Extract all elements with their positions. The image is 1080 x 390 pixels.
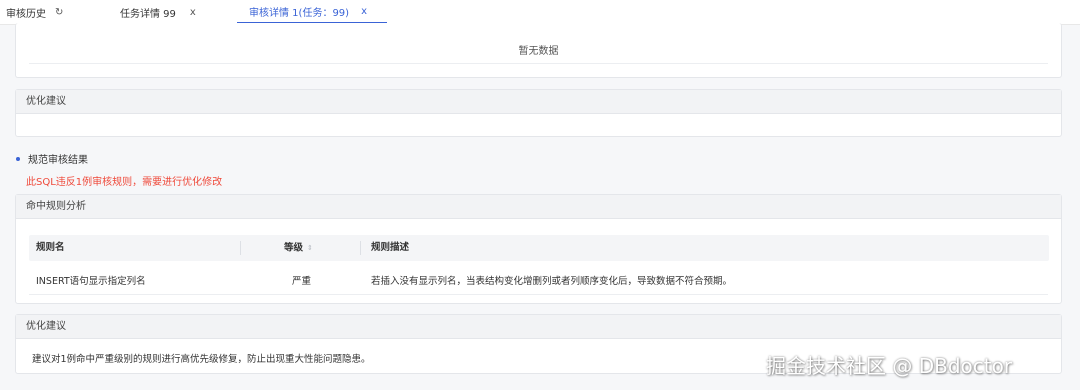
section-title: 规范审核结果 bbox=[28, 155, 88, 166]
refresh-icon[interactable]: ↻ bbox=[55, 7, 63, 18]
column-divider bbox=[360, 241, 361, 255]
empty-data-card: 暂无数据 bbox=[15, 23, 1062, 78]
column-header-description: 规则描述 bbox=[371, 242, 410, 253]
column-header-label: 等级 bbox=[284, 242, 304, 254]
column-header-level[interactable]: 等级 ⇕ bbox=[284, 235, 313, 261]
section-heading: 规范审核结果 bbox=[16, 151, 88, 166]
table-header: 规则名 等级 ⇕ 规则描述 bbox=[29, 235, 1049, 261]
tab-label: 审核历史 bbox=[6, 8, 46, 20]
tab-audit-history[interactable]: 审核历史 ↻ bbox=[6, 0, 63, 24]
card-title: 优化建议 bbox=[16, 315, 1061, 339]
watermark: 掘金技术社区 @ DBdoctor bbox=[766, 354, 1013, 378]
rule-analysis-card: 命中规则分析 规则名 等级 ⇕ 规则描述 INSERT语句显示指定列名 严重 若插… bbox=[15, 194, 1062, 304]
sort-icon[interactable]: ⇕ bbox=[307, 235, 313, 261]
column-divider bbox=[240, 241, 241, 255]
close-icon[interactable]: x bbox=[190, 7, 196, 18]
suggestion-text: 建议对1例命中严重级别的规则进行高优先级修复，防止出现重大性能问题隐患。 bbox=[32, 354, 371, 365]
tab-task-detail[interactable]: 任务详情 99 x bbox=[120, 0, 196, 24]
optimize-suggestion-card: 优化建议 bbox=[15, 89, 1062, 137]
cell-description: 若插入没有显示列名，当表结构变化增删列或者列顺序变化后，导致数据不符合预期。 bbox=[371, 276, 733, 287]
main-content: 暂无数据 优化建议 规范审核结果 此SQL违反1例审核规则，需要进行优化修改 命… bbox=[0, 23, 1080, 390]
close-icon[interactable]: x bbox=[361, 6, 367, 17]
column-header-rule-name: 规则名 bbox=[36, 242, 65, 253]
tab-bar: 审核历史 ↻ 任务详情 99 x 审核详情 1(任务：99) x bbox=[0, 0, 1080, 25]
tab-label: 任务详情 99 bbox=[120, 8, 176, 20]
divider bbox=[29, 63, 1048, 64]
card-title: 命中规则分析 bbox=[16, 195, 1061, 219]
violation-message: 此SQL违反1例审核规则，需要进行优化修改 bbox=[26, 177, 223, 188]
cell-rule-name: INSERT语句显示指定列名 bbox=[36, 276, 146, 287]
divider bbox=[29, 294, 1048, 295]
bullet-icon bbox=[16, 156, 20, 161]
tab-label: 审核详情 1(任务：99) bbox=[249, 7, 350, 19]
card-title: 优化建议 bbox=[16, 90, 1061, 114]
cell-level: 严重 bbox=[292, 276, 312, 287]
empty-text: 暂无数据 bbox=[518, 46, 559, 57]
tab-audit-detail[interactable]: 审核详情 1(任务：99) x bbox=[237, 0, 387, 24]
